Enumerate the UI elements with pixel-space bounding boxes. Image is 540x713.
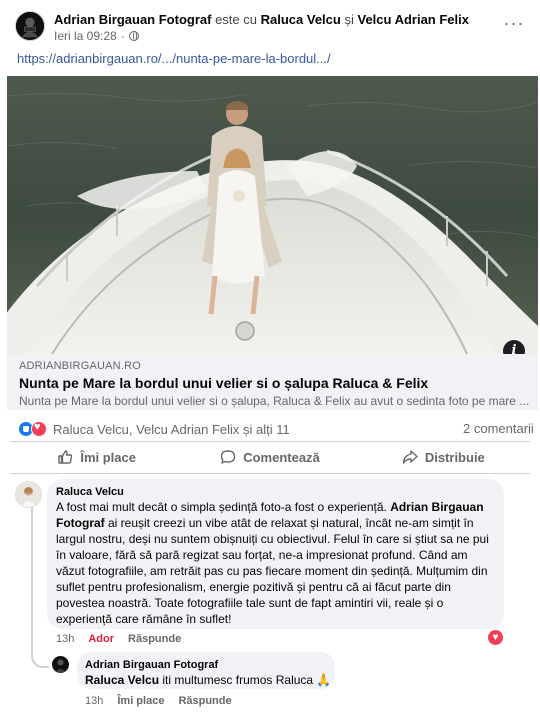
reply-author[interactable]: Adrian Birgauan Fotograf	[85, 659, 218, 671]
comment-icon	[221, 450, 236, 464]
love-reaction-icon[interactable]: ♥	[488, 630, 503, 645]
comment-button[interactable]: Comentează	[183, 445, 356, 469]
share-icon	[402, 450, 418, 464]
reply-time[interactable]: 13h	[85, 695, 103, 707]
post-photo[interactable]	[7, 76, 538, 354]
comment-time[interactable]: 13h	[56, 633, 74, 645]
comment-text: A fost mai mult decât o simpla ședință f…	[56, 500, 489, 626]
replier-avatar[interactable]	[52, 656, 69, 673]
reply-text: Raluca Velcu iti multumesc frumos Raluca…	[85, 673, 332, 687]
post-header-line: Adrian Birgauan Fotograf este cu Raluca …	[54, 12, 469, 28]
comment-button-label: Comentează	[243, 449, 320, 465]
tagged-user-1[interactable]: Raluca Velcu	[261, 12, 341, 27]
globe-icon	[128, 31, 139, 41]
tagged-user-2[interactable]: Velcu Adrian Felix	[357, 12, 469, 27]
tag-prefix: este cu	[215, 12, 257, 27]
comment-meta: 13h Ador Răspunde	[56, 633, 181, 645]
reply-like-button[interactable]: Îmi place	[117, 695, 164, 707]
link-preview[interactable]: ADRIANBIRGAUAN.RO Nunta pe Mare la bordu…	[7, 354, 538, 410]
post-actions: Îmi place Comentează Distribuie	[10, 445, 530, 469]
reactions-summary[interactable]: Raluca Velcu, Velcu Adrian Felix și alți…	[18, 420, 290, 438]
share-button-label: Distribuie	[424, 449, 485, 465]
comment-author[interactable]: Raluca Velcu	[56, 486, 124, 498]
author-avatar[interactable]	[15, 11, 45, 41]
post-timestamp[interactable]: Ieri la 09:28	[54, 29, 117, 43]
commenter-avatar[interactable]	[15, 481, 42, 508]
preview-description: Nunta pe Mare la bordul unui velier si o…	[19, 394, 530, 408]
post-author-name[interactable]: Adrian Birgauan Fotograf	[54, 12, 211, 27]
facebook-post: Adrian Birgauan Fotograf este cu Raluca …	[0, 0, 540, 713]
love-reaction-icon	[31, 421, 47, 437]
thumbs-up-icon	[58, 450, 73, 464]
share-button[interactable]: Distribuie	[357, 445, 530, 469]
more-options-button[interactable]: ···	[500, 12, 528, 40]
comments-count[interactable]: 2 comentarii	[463, 421, 534, 436]
post-timestamp-row: Ieri la 09:28 ·	[54, 29, 139, 43]
like-button[interactable]: Îmi place	[10, 445, 183, 469]
preview-title[interactable]: Nunta pe Mare la bordul unui velier si o…	[19, 375, 428, 391]
tag-conjunction: și	[344, 12, 354, 27]
reply-meta: 13h Îmi place Răspunde	[85, 695, 232, 707]
post-link[interactable]: https://adrianbirgauan.ro/.../nunta-pe-m…	[17, 51, 331, 66]
author-reaction-tag: Ador	[88, 633, 115, 645]
divider	[10, 441, 530, 442]
post-header: Adrian Birgauan Fotograf este cu Raluca …	[0, 0, 540, 48]
mentioned-user[interactable]: Raluca Velcu	[85, 673, 159, 687]
like-button-label: Îmi place	[80, 449, 136, 465]
reactions-text[interactable]: Raluca Velcu, Velcu Adrian Felix și alți…	[53, 422, 290, 437]
divider	[10, 473, 530, 474]
reply-button[interactable]: Răspunde	[128, 633, 181, 645]
preview-domain: ADRIANBIRGAUAN.RO	[19, 360, 141, 372]
reply-reply-button[interactable]: Răspunde	[178, 695, 231, 707]
